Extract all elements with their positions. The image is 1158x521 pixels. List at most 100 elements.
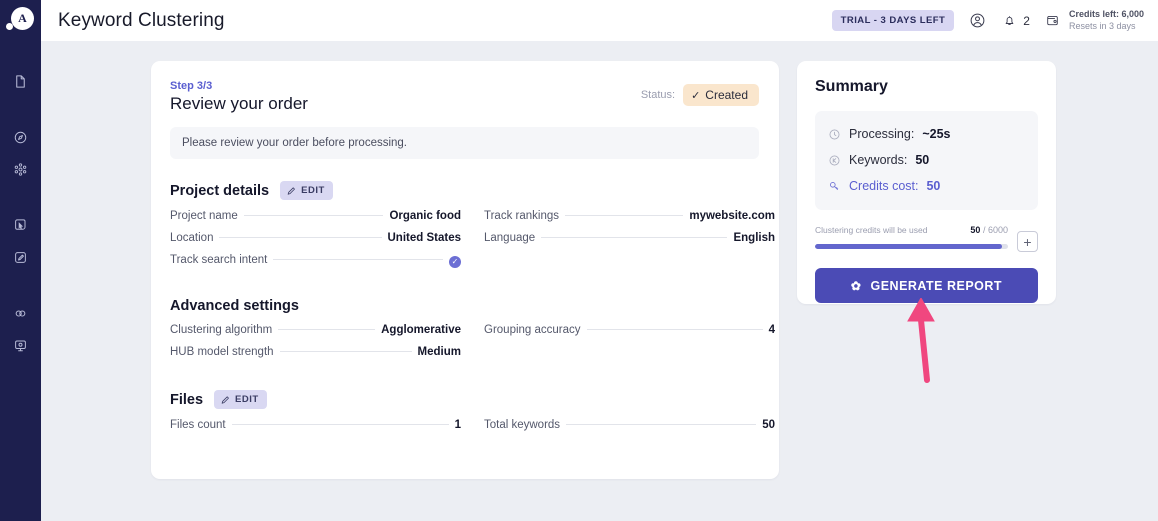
credits-text: Credits left: 6,000 Resets in 3 days [1069, 9, 1144, 32]
field-row: Track rankings mywebsite.com [484, 210, 775, 232]
sidebar-item-link[interactable] [0, 297, 41, 329]
credit-meter-caption: Clustering credits will be used [815, 225, 928, 235]
generate-report-button[interactable]: ✿ GENERATE REPORT [815, 268, 1038, 303]
key-icon [827, 179, 841, 193]
credits-left-label: Credits left: 6,000 [1068, 9, 1144, 20]
credit-progress-track [815, 244, 1008, 249]
stat-label-credits-cost: Credits cost: [849, 179, 919, 193]
field-row: Grouping accuracy 4 [484, 324, 775, 346]
sidebar-item-monitor[interactable] [0, 329, 41, 361]
field-grid: Files count 1 Total keywords 50 [170, 419, 775, 441]
compass-icon [13, 130, 28, 145]
main-column: Keyword Clustering TRIAL - 3 DAYS LEFT 2… [41, 0, 1158, 521]
clock-icon [827, 127, 841, 141]
section-title: Advanced settings [170, 298, 299, 314]
page-title: Keyword Clustering [58, 9, 225, 31]
section-header: Project details EDIT [170, 181, 759, 200]
field-row: Clustering algorithm Agglomerative [170, 324, 461, 346]
network-icon [13, 162, 28, 177]
credit-meter-total: 6000 [987, 225, 1008, 235]
section-title: Files [170, 391, 204, 408]
step-label: Step 3/3 [170, 80, 213, 92]
account-icon[interactable] [968, 12, 986, 30]
field-leader-line [243, 215, 384, 216]
field-leader-line [279, 351, 412, 352]
section-title: Project details [170, 182, 270, 199]
order-title: Review your order [170, 94, 308, 113]
review-notice: Please review your order before processi… [170, 127, 759, 159]
status-value: Created [705, 88, 748, 102]
field-label: Project name [170, 210, 238, 222]
keyword-circle-icon [827, 153, 841, 167]
generate-report-label: GENERATE REPORT [870, 278, 1003, 293]
field-label: Grouping accuracy [484, 324, 581, 336]
field-leader-line [219, 237, 382, 238]
field-leader-line [278, 329, 376, 330]
field-value: Organic food [389, 210, 461, 222]
top-bar-actions: TRIAL - 3 DAYS LEFT 2 Credits left: 6,00… [831, 9, 1144, 32]
summary-stats: Processing: ~25s Keywords: 50 Credits co… [815, 111, 1038, 210]
field-label: HUB model strength [170, 346, 274, 358]
field-row-empty [484, 346, 775, 368]
sidebar-item-document[interactable] [0, 65, 41, 97]
stat-label-keywords: Keywords: [849, 153, 908, 167]
field-label: Language [484, 232, 536, 244]
edit-button[interactable]: EDIT [280, 181, 333, 200]
stat-value-credits-cost: 50 [926, 179, 941, 193]
section-header: Files EDIT [170, 390, 759, 409]
order-heading-group: Step 3/3 Review your order [170, 80, 308, 114]
field-value: Agglomerative [381, 324, 461, 336]
summary-title: Summary [815, 78, 888, 95]
app-logo[interactable]: A [0, 0, 41, 41]
check-circle-icon: ✓ [449, 255, 461, 268]
credit-meter-used: 50 [970, 225, 981, 235]
status-group: Status: ✓ Created [641, 80, 759, 106]
credits-reset-label: Resets in 3 days [1068, 20, 1136, 31]
monitor-icon [13, 338, 28, 353]
field-row: Location United States [170, 232, 461, 254]
stat-row-keywords: Keywords: 50 [827, 147, 1026, 173]
field-row: Track search intent ✓ [170, 254, 461, 276]
sidebar-item-edit-square[interactable] [0, 241, 41, 273]
stat-value-processing: ~25s [922, 127, 951, 141]
field-value: English [733, 232, 775, 244]
credits-block[interactable]: Credits left: 6,000 Resets in 3 days [1044, 9, 1144, 32]
credit-meter-header: Clustering credits will be used 50 / 600… [815, 225, 1038, 235]
sidebar-item-network[interactable] [0, 153, 41, 185]
app-root: A Keyword Clustering TRIAL - 3 DAYS LEFT… [0, 0, 1158, 521]
review-order-card: Step 3/3 Review your order Status: ✓ Cre… [151, 61, 779, 479]
bell-icon [1000, 12, 1018, 30]
stat-value-keywords: 50 [915, 153, 930, 167]
field-label: Track search intent [170, 254, 268, 266]
credit-meter-row: + [815, 231, 1038, 252]
stat-label-processing: Processing: [849, 127, 915, 141]
check-icon: ✓ [691, 89, 701, 102]
credit-meter-separator: / [982, 225, 986, 235]
field-label: Total keywords [484, 419, 561, 431]
field-label: Track rankings [484, 210, 559, 222]
sidebar-item-compass[interactable] [0, 121, 41, 153]
field-value: 4 [768, 324, 775, 336]
trial-badge[interactable]: TRIAL - 3 DAYS LEFT [831, 10, 955, 31]
pencil-icon [220, 395, 230, 405]
add-credits-button[interactable]: + [1017, 231, 1038, 252]
section-header: Advanced settings [170, 298, 759, 314]
field-value: 50 [762, 419, 775, 431]
logo-monogram: A [11, 7, 34, 30]
sidebar-item-cursor[interactable] [0, 209, 41, 241]
link-icon [13, 306, 28, 321]
field-leader-line [565, 215, 684, 216]
field-value: 1 [454, 419, 461, 431]
cursor-icon [13, 218, 28, 233]
credit-progress-fill [815, 244, 1003, 249]
field-grid: Project name Organic food Track rankings my… [170, 210, 775, 276]
edit-button[interactable]: EDIT [214, 390, 267, 409]
left-sidebar: A [0, 0, 41, 521]
field-leader-line [566, 424, 757, 425]
field-row: Files count 1 [170, 419, 461, 441]
edit-button-label: EDIT [235, 394, 259, 405]
summary-card: Summary Processing: ~25s Keywords: 50 Cr… [797, 61, 1056, 304]
field-row: HUB model strength Medium [170, 346, 461, 368]
notifications[interactable]: 2 [1000, 12, 1030, 30]
stat-row-processing: Processing: ~25s [827, 121, 1026, 147]
